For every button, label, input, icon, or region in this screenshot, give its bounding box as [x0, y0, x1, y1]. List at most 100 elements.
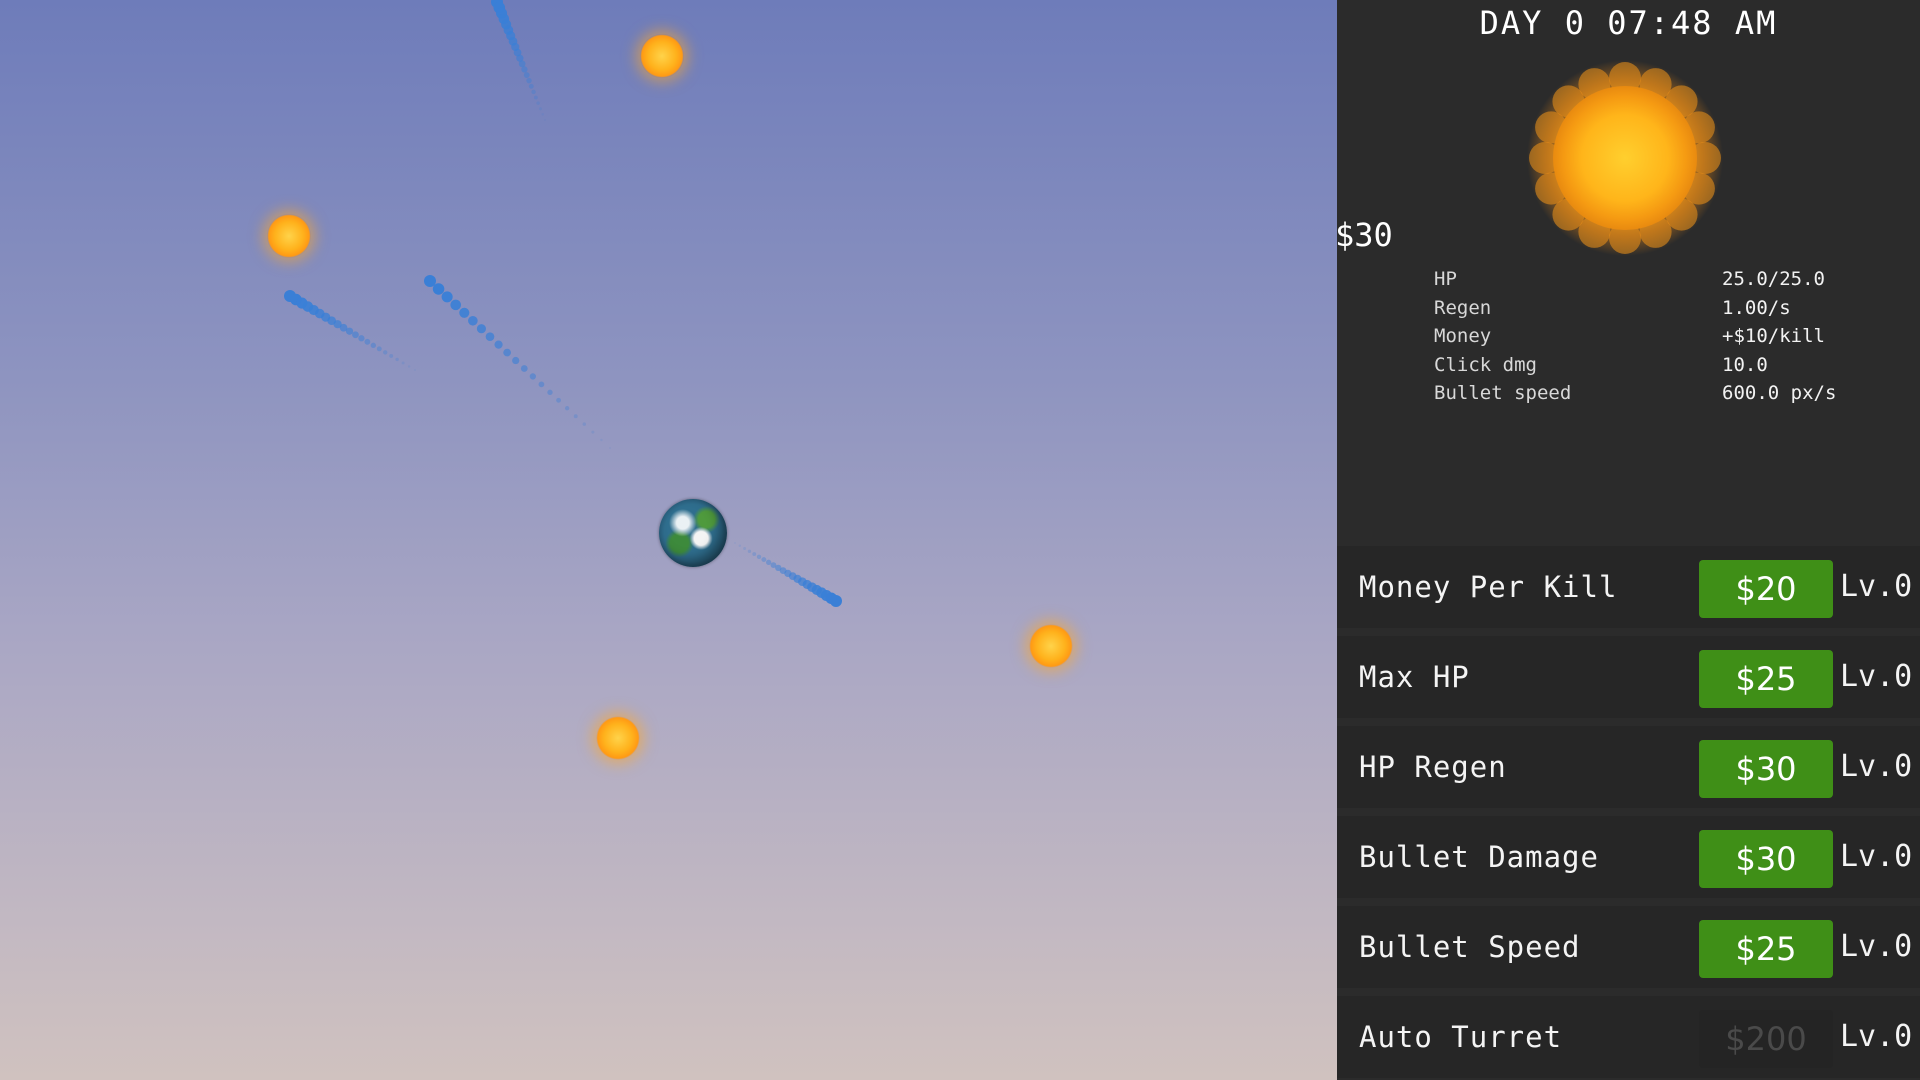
trail-dot — [503, 348, 511, 357]
stats-table: HP 25.0/25.0 Regen 1.00/s Money +$10/kil… — [1434, 268, 1904, 411]
upgrade-level: Lv.0 — [1840, 569, 1913, 604]
trail-dot — [476, 324, 486, 334]
stat-value: 1.00/s — [1722, 296, 1791, 319]
trail-dot — [401, 361, 405, 365]
upgrade-row-hp-regen: HP Regen $30 Lv.0 — [1337, 726, 1920, 808]
trail-dot — [468, 315, 478, 326]
trail-dot — [512, 356, 520, 365]
upgrade-level: Lv.0 — [1840, 749, 1913, 784]
stat-row-hp: HP 25.0/25.0 — [1434, 268, 1904, 297]
upgrade-row-bullet-speed: Bullet Speed $25 Lv.0 — [1337, 906, 1920, 988]
upgrade-name: Auto Turret — [1359, 1020, 1563, 1054]
stat-value: 10.0 — [1722, 353, 1768, 376]
trail-dot — [370, 342, 377, 349]
buy-bullet-damage-button[interactable]: $30 — [1699, 830, 1833, 888]
sun-enemy-icon[interactable] — [1029, 624, 1073, 668]
upgrade-level: Lv.0 — [1840, 1019, 1913, 1054]
trail-dot — [376, 346, 382, 352]
trail-dot — [547, 389, 553, 396]
trail-dot — [520, 365, 528, 372]
trail-dot — [432, 283, 445, 295]
buy-bullet-speed-button[interactable]: $25 — [1699, 920, 1833, 978]
trail-dot — [770, 562, 777, 568]
trail-dot — [536, 101, 540, 105]
trail-dot — [766, 559, 772, 565]
trail-dot — [389, 353, 394, 358]
buy-max-hp-button[interactable]: $25 — [1699, 650, 1833, 708]
upgrade-name: Max HP — [1359, 660, 1470, 694]
stat-row-regen: Regen 1.00/s — [1434, 297, 1904, 326]
stat-label: Money — [1434, 325, 1492, 347]
trail-dot — [591, 430, 595, 434]
trail-dot — [538, 107, 542, 111]
buy-auto-turret-button[interactable]: $200 — [1699, 1010, 1833, 1068]
trail-dot — [529, 373, 536, 380]
sun-enemy-icon[interactable] — [267, 214, 311, 258]
trail-dot — [485, 332, 495, 341]
upgrade-level: Lv.0 — [1840, 929, 1913, 964]
trail-dot — [345, 327, 354, 335]
trail-dot — [528, 83, 534, 89]
trail-dot — [523, 72, 530, 78]
upgrade-name: HP Regen — [1359, 750, 1507, 784]
earth-icon[interactable] — [659, 499, 727, 567]
trail-dot — [743, 547, 747, 550]
trail-dot — [756, 554, 762, 559]
upgrade-name: Money Per Kill — [1359, 570, 1618, 604]
trail-dot — [538, 381, 545, 388]
money-counter: $30 — [1337, 216, 1393, 254]
day-clock: DAY 0 07:48 AM — [1479, 4, 1778, 42]
stat-value: +$10/kill — [1722, 325, 1825, 347]
side-panel: DAY 0 07:48 AM $30 HP 25.0/25.0 Regen 1.… — [1337, 0, 1920, 1080]
trail-dot — [609, 447, 611, 449]
trail-dot — [358, 335, 365, 342]
upgrade-name: Bullet Speed — [1359, 930, 1581, 964]
buy-hp-regen-button[interactable]: $30 — [1699, 740, 1833, 798]
stat-row-bullet-speed: Bullet speed 600.0 px/s — [1434, 382, 1904, 411]
stat-row-click-dmg: Click dmg 10.0 — [1434, 354, 1904, 383]
sun-enemy-icon[interactable] — [596, 716, 640, 760]
trail-dot — [383, 350, 388, 355]
upgrade-name: Bullet Damage — [1359, 840, 1599, 874]
sun-enemy-icon[interactable] — [640, 34, 684, 78]
upgrade-row-bullet-damage: Bullet Damage $30 Lv.0 — [1337, 816, 1920, 898]
trail-dot — [395, 357, 399, 362]
stat-label: Regen — [1434, 296, 1492, 319]
trail-dot — [556, 397, 561, 403]
trail-dot — [564, 406, 570, 411]
trail-dot — [521, 66, 528, 73]
trail-dot — [747, 549, 752, 553]
trail-dot — [526, 78, 532, 84]
game-area[interactable] — [0, 0, 1337, 1080]
stat-value: 600.0 px/s — [1722, 382, 1837, 404]
trail-dot — [441, 291, 453, 303]
buy-money-per-kill-button[interactable]: $20 — [1699, 560, 1833, 618]
trail-dot — [600, 438, 603, 442]
trail-dot — [414, 369, 416, 371]
trail-dot — [582, 422, 586, 426]
trail-dot — [518, 60, 526, 68]
trail-dot — [450, 299, 462, 311]
trail-dot — [541, 113, 544, 116]
upgrade-row-max-hp: Max HP $25 Lv.0 — [1337, 636, 1920, 718]
upgrade-list: Money Per Kill $20 Lv.0 Max HP $25 Lv.0 … — [1337, 546, 1920, 1080]
stat-value: 25.0/25.0 — [1722, 268, 1825, 290]
trail-dot — [738, 544, 742, 547]
trail-dot — [364, 338, 371, 345]
trail-dot — [459, 307, 470, 318]
stat-label: Click dmg — [1434, 353, 1537, 376]
trail-dot — [533, 95, 538, 100]
trail-dot — [761, 557, 767, 562]
stat-label: HP — [1434, 268, 1457, 290]
upgrade-row-money-per-kill: Money Per Kill $20 Lv.0 — [1337, 546, 1920, 628]
stat-label: Bullet speed — [1434, 382, 1572, 404]
trail-dot — [544, 119, 546, 121]
sun-icon — [1527, 60, 1723, 256]
trail-dot — [573, 414, 578, 419]
upgrade-level: Lv.0 — [1840, 839, 1913, 874]
upgrade-row-auto-turret: Auto Turret $200 Lv.0 — [1337, 996, 1920, 1078]
trail-dot — [494, 340, 503, 349]
trail-dot — [531, 89, 536, 95]
trail-dot — [752, 552, 757, 556]
trail-dot — [352, 331, 359, 339]
